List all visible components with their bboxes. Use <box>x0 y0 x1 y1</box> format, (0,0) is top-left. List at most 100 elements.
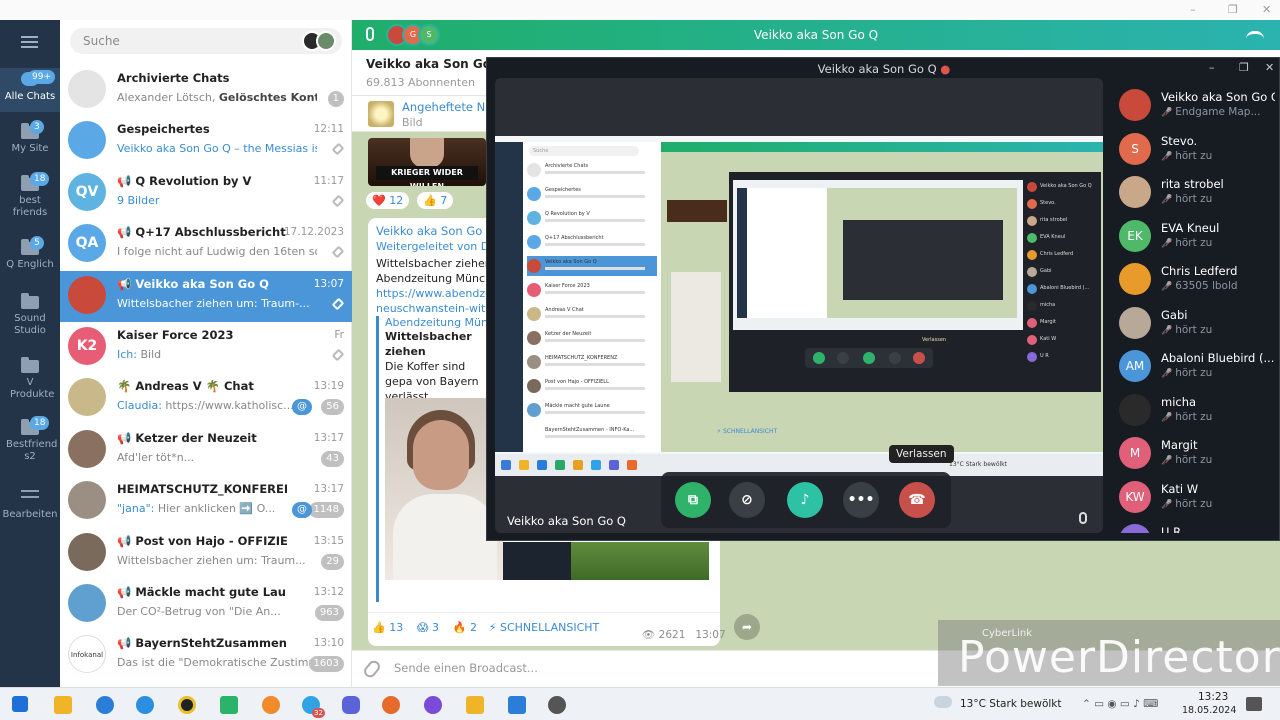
leave-call-button[interactable]: ☎ <box>899 482 935 518</box>
participant-item[interactable]: U R <box>1111 519 1279 533</box>
maximize-button[interactable]: ❐ <box>1239 61 1249 74</box>
chat-item[interactable]: 🌴 Andreas V 🌴 Chat 13:19 Claudia: https://… <box>60 373 352 424</box>
clock-time[interactable]: 13:23 <box>1198 691 1228 703</box>
folder-bestfriends2[interactable]: 18 Bestfriend s2 <box>0 416 60 463</box>
mention-badge: @ <box>292 502 312 519</box>
folder-best-friends[interactable]: 18 best friends <box>0 172 60 219</box>
discord-icon[interactable] <box>342 696 360 714</box>
chat-item[interactable]: 📢 Veikko aka Son Go Q 13:07 Wittelsbacher … <box>60 270 352 322</box>
chat-item[interactable]: 📢 Mäckle macht gute Laune 13:12 Der CO²-Be… <box>60 579 352 630</box>
participant-item[interactable]: AM Abaloni Bluebird (... 🎤̸ hört zu <box>1111 345 1279 388</box>
chat-time-text: 11:17 <box>313 174 344 187</box>
menu-icon[interactable] <box>21 36 38 51</box>
story-avatars[interactable] <box>302 31 336 51</box>
folder-all-chats[interactable]: 99+ Alle Chats <box>0 68 60 112</box>
nested-participant-name: Chris Ledferd <box>1040 251 1074 257</box>
minimize-button[interactable]: – <box>1209 61 1215 74</box>
chat-time: 11:17 <box>314 175 344 187</box>
chat-list: Suche Archivierte Chats Alexander Lötsch,… <box>60 20 352 687</box>
chat-item[interactable]: 📢 Post von Hajo - OFFIZIELL 13:15 Wittelsb… <box>60 528 352 579</box>
chat-item[interactable]: 📢 Ketzer der Neuzeit 13:17 Afd'ler töt*n..… <box>60 425 352 476</box>
participant-item[interactable]: M Margit 🎤̸ hört zu <box>1111 432 1279 475</box>
shared-chat-title: Kaiser Force 2023 <box>545 283 590 289</box>
notification-icon[interactable] <box>1246 697 1262 711</box>
share-icon[interactable]: ➦ <box>734 614 760 640</box>
nested-participant-name: micha <box>1040 302 1056 308</box>
chat-time-text: 13:17 <box>313 431 344 444</box>
firefox-icon[interactable] <box>382 696 400 714</box>
nested-participant-name: U R <box>1040 353 1049 359</box>
chat-item[interactable]: QA 📢 Q+17 Abschlussbericht 17.12.2023 I fol… <box>60 219 352 270</box>
screen-share-stage[interactable]: Suche Archivierte Chats Gespeichertes Q Re… <box>495 78 1103 533</box>
app-icon[interactable] <box>220 696 238 714</box>
participant-item[interactable]: rita strobel 🎤̸ hört zu <box>1111 171 1279 214</box>
tray-icons[interactable]: ⌃ ▭ ◉ ▭ ♪ ⌨ <box>1082 698 1158 710</box>
reaction-chip[interactable]: 👍 13 <box>372 621 409 634</box>
file-explorer-icon[interactable] <box>54 696 72 714</box>
forwarded-from[interactable]: Weitergeleitet von Do <box>376 240 496 253</box>
nested-participants: Veikko aka Son Go Q Stevo. rita strobel EVA… <box>1025 180 1101 380</box>
reaction-chip[interactable]: ❤️ 12 <box>366 192 410 209</box>
nested-participant: rita strobel <box>1027 214 1101 228</box>
folder-edit[interactable]: Bearbeiten <box>0 486 60 521</box>
reaction-chip[interactable]: 😱 3 <box>417 621 445 634</box>
chat-item[interactable]: Infokanal 📢 BayernStehtZusammen - INFO-Ka… <box>60 630 352 681</box>
participant-item[interactable]: Gabi 🎤̸ hört zu <box>1111 302 1279 345</box>
chat-item[interactable]: K2 Kaiser Force 2023 Fr Ich: Bild <box>60 322 352 373</box>
close-window-button[interactable]: ✕ <box>1265 61 1274 74</box>
edge-icon[interactable] <box>136 696 154 714</box>
folder-sound-studio[interactable]: Sound Studio <box>0 293 60 337</box>
chat-item[interactable]: Archivierte Chats Alexander Lötsch, Gelös… <box>60 65 352 116</box>
clock-date[interactable]: 18.05.2024 <box>1182 705 1236 716</box>
nested-participant: Gabi <box>1027 265 1101 279</box>
search-input[interactable]: Suche <box>70 28 342 54</box>
participant-item[interactable]: micha 🎤̸ hört zu <box>1111 389 1279 432</box>
close-window-button[interactable]: ✕ <box>1262 3 1271 16</box>
chat-item[interactable]: Gespeichertes 12:11 Veikko aka Son Go Q – … <box>60 116 352 167</box>
message-time: 13:07 <box>695 629 726 641</box>
folder-v-produkte[interactable]: V Produkte <box>0 357 60 401</box>
app-icon[interactable] <box>262 696 280 714</box>
unread-count: 1148 <box>308 502 344 519</box>
hangup-icon[interactable] <box>1246 31 1264 39</box>
app-icon[interactable] <box>178 696 196 714</box>
participant-status: 🎤̸ 63505 lbold <box>1161 280 1238 292</box>
shared-chat-pane: ⚡ SCHNELLANSICHT Veikko aka Son Go Q Stev… <box>661 142 1103 452</box>
microphone-button[interactable]: ♪ <box>787 482 823 518</box>
folder-q-englich[interactable]: 5 Q Englich <box>0 236 60 271</box>
more-options-button[interactable]: ••• <box>843 482 879 518</box>
media-player-icon[interactable] <box>466 696 484 714</box>
screen-share-button[interactable]: ⧉ <box>675 482 711 518</box>
headphones-icon[interactable] <box>424 696 442 714</box>
windows-start-icon[interactable] <box>12 696 28 712</box>
participant-item[interactable]: Chris Ledferd 🎤̸ 63505 lbold <box>1111 258 1279 301</box>
participant-item[interactable]: S Stevo. 🎤̸ hört zu <box>1111 128 1279 171</box>
shared-chat-title: Veikko aka Son Go Q <box>545 259 597 265</box>
dropbox-icon[interactable] <box>96 696 114 714</box>
shared-chat-row: Q+17 Abschlussbericht <box>527 232 657 252</box>
chat-item[interactable]: QV 📢 Q Revolution by V 11:17 9 Bilder <box>60 168 352 219</box>
shared-chat-title: Mäckle macht gute Laune <box>545 403 610 409</box>
participant-item[interactable]: EK EVA Kneul 🎤̸ hört zu <box>1111 215 1279 258</box>
cloud-icon[interactable] <box>934 696 952 708</box>
camera-off-button[interactable]: ⊘ <box>729 482 765 518</box>
minimize-button[interactable]: – <box>1190 3 1196 16</box>
chat-time-text: 13:10 <box>313 637 344 650</box>
active-call-bar[interactable]: G S Veikko aka Son Go Q <box>352 20 1280 50</box>
store-icon[interactable] <box>508 696 526 714</box>
message-link[interactable]: https://www.abendzeit neuschwanstein-wit… <box>376 287 499 315</box>
chat-item[interactable]: HEIMATSCHUTZ_KONFERENZ 13:17 "jana": Hier … <box>60 476 352 527</box>
app-icon[interactable] <box>548 696 566 714</box>
message-image[interactable]: KRIEGER WIDER WILLEN <box>368 138 486 186</box>
folder-my-site[interactable]: 3 My Site <box>0 120 60 155</box>
weather-text[interactable]: 13°C Stark bewölkt <box>960 698 1061 710</box>
participant-item[interactable]: KW Kati W 🎤̸ hört zu <box>1111 476 1279 519</box>
avatar <box>1119 176 1151 208</box>
chat-title: Kaiser Force 2023 <box>117 328 234 342</box>
reaction-chip[interactable]: 👍 7 <box>417 192 454 209</box>
message-input[interactable]: Sende einen Broadcast... <box>394 661 538 675</box>
reaction-chip[interactable]: 🔥 2 <box>453 621 483 634</box>
maximize-button[interactable]: ❐ <box>1228 3 1238 16</box>
attach-icon[interactable] <box>361 658 383 680</box>
participant-item[interactable]: Veikko aka Son Go Q 🎤̸ Endgame Map... <box>1111 84 1279 127</box>
